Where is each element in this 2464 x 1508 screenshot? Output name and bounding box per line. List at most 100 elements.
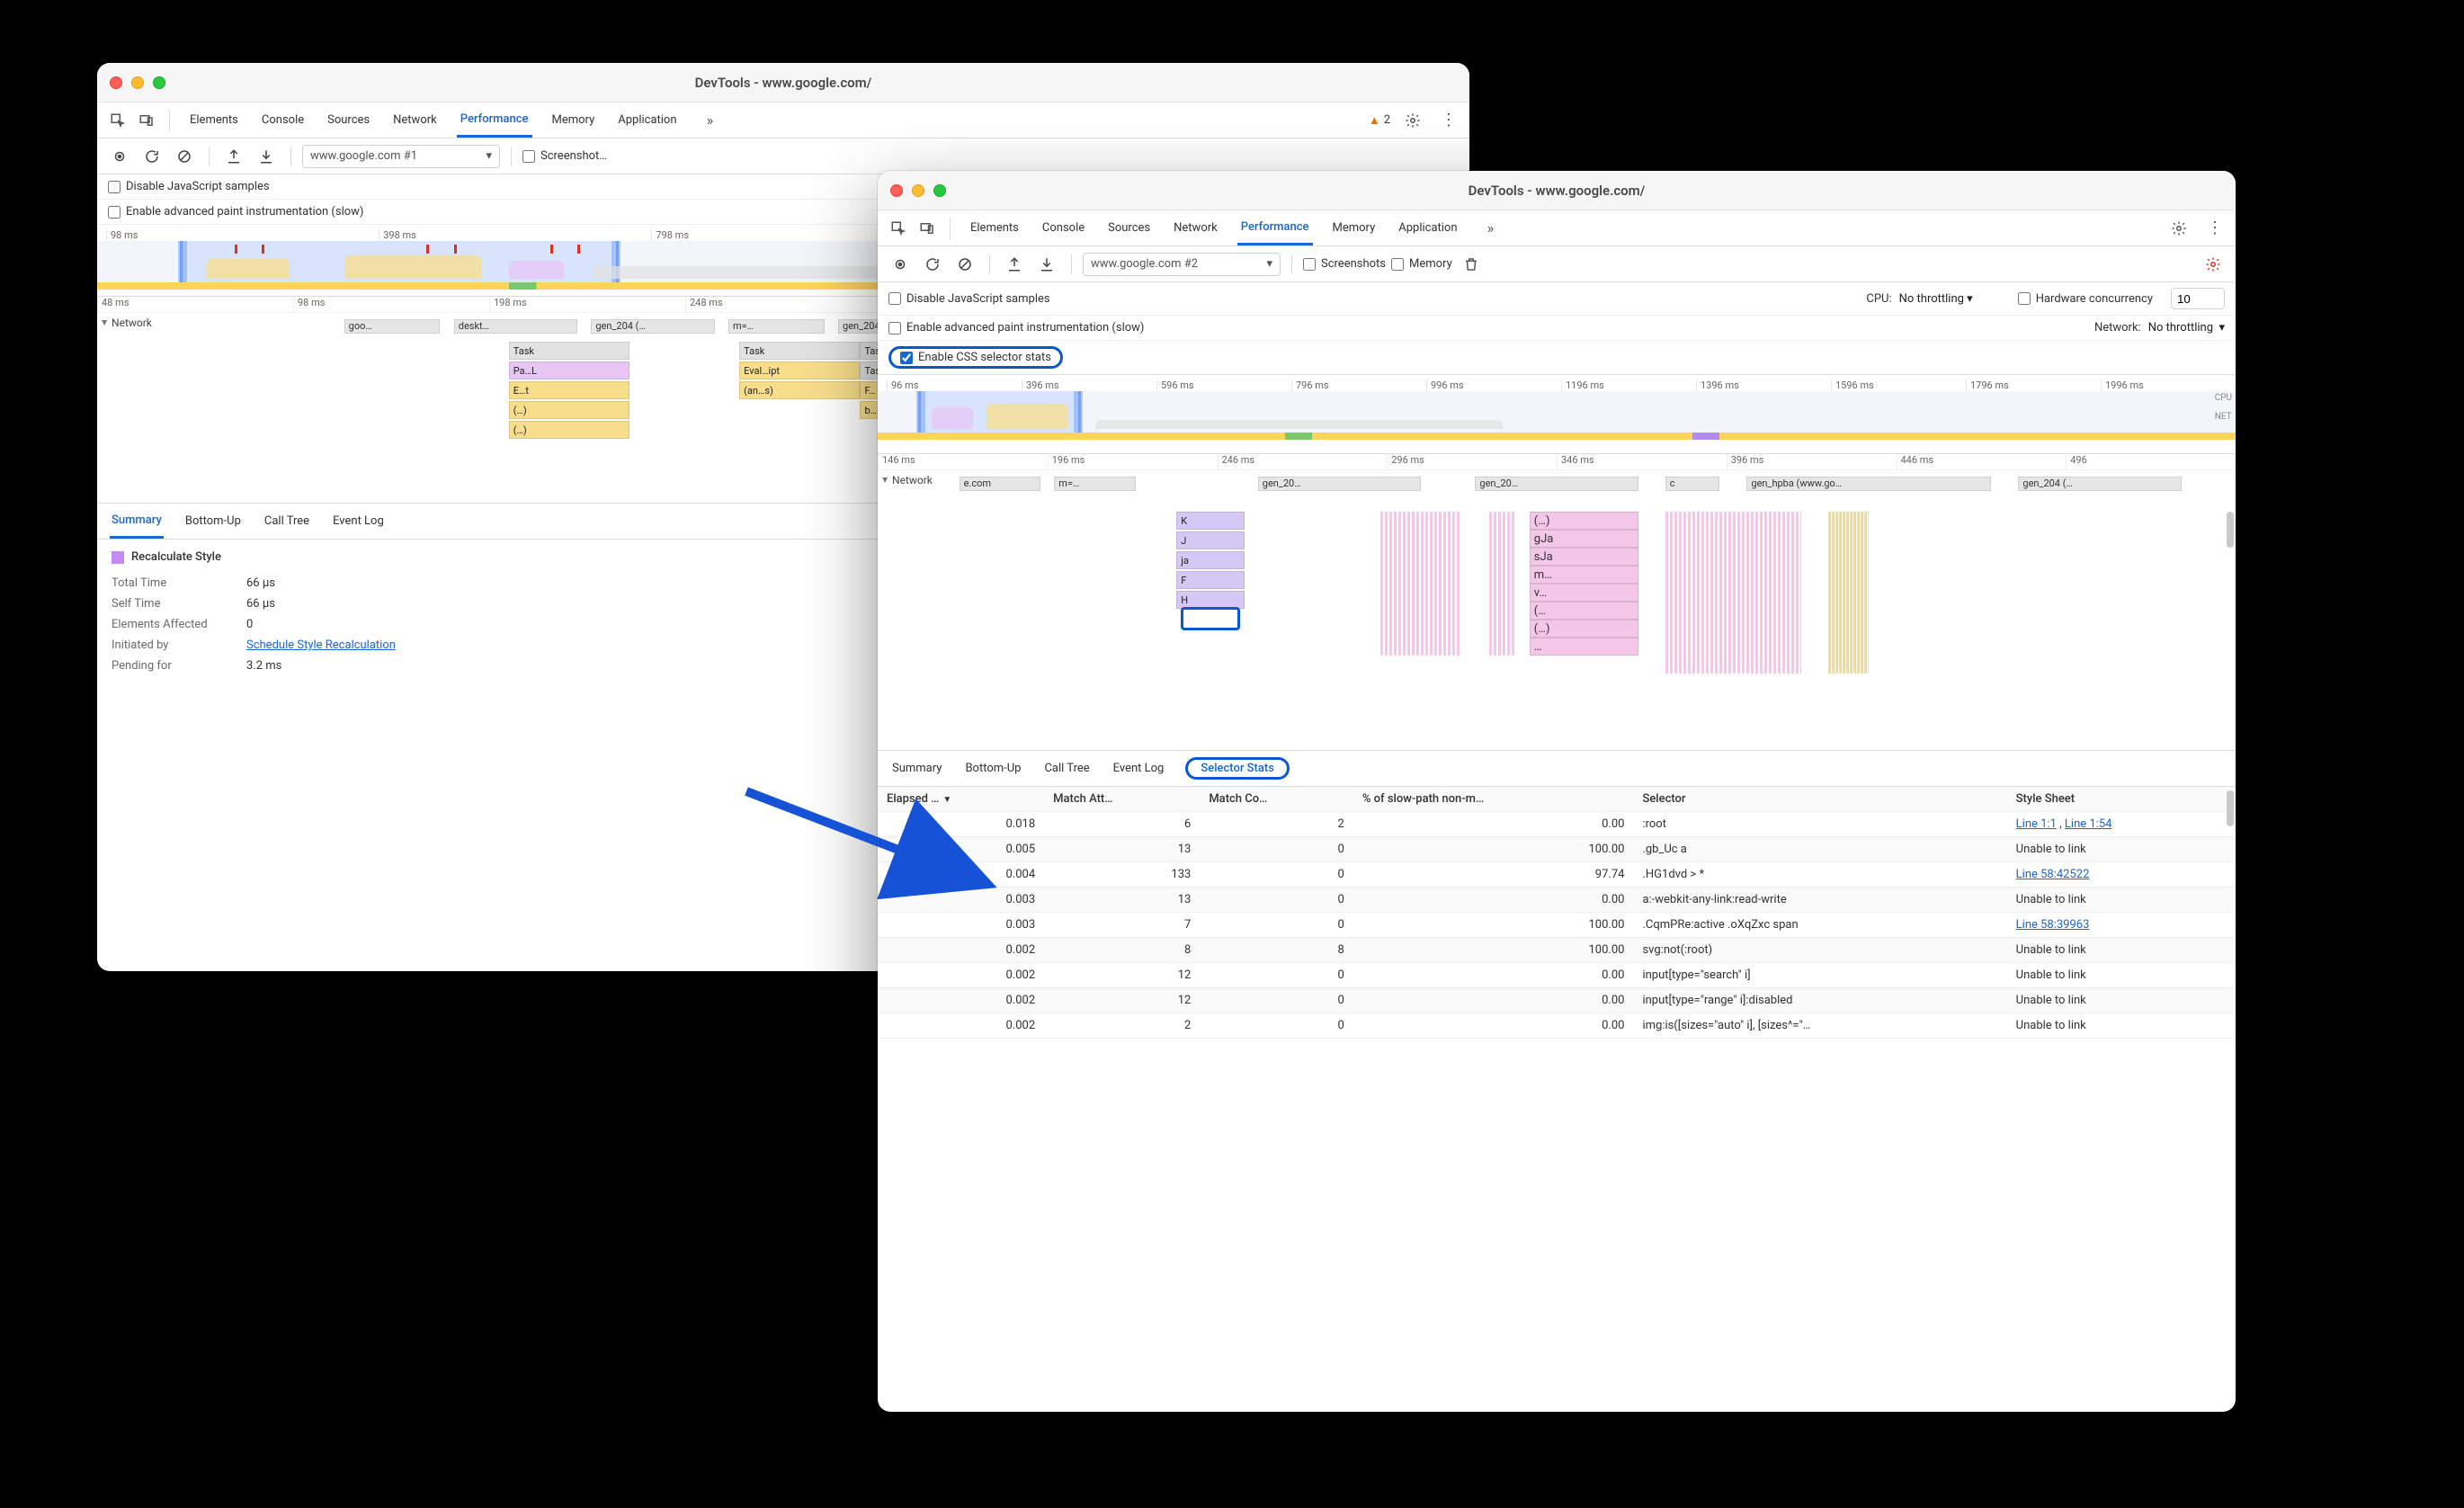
zoom-window-icon[interactable] (933, 184, 946, 197)
memory-checkbox[interactable]: Memory (1391, 257, 1452, 271)
flame-paint-layout[interactable]: Pa…L (509, 361, 629, 379)
stylesheet-link[interactable]: Line 58:42522 (2016, 868, 2090, 881)
screenshots-checkbox[interactable]: Screenshots (1303, 257, 1386, 271)
device-toolbar-icon[interactable] (133, 107, 160, 134)
flame-frame[interactable]: sJa (1530, 548, 1638, 566)
disable-js-samples-checkbox[interactable]: Disable JavaScript samples (888, 292, 1050, 306)
flame-frame[interactable]: (…) (1530, 512, 1638, 530)
settings-gear-icon[interactable] (2165, 215, 2192, 242)
tabs-overflow-icon[interactable] (1478, 215, 1504, 242)
cpu-throttling-select[interactable]: No throttling ▾ (1899, 292, 1973, 306)
tab-sources[interactable]: Sources (324, 103, 373, 138)
col-selector[interactable]: Selector (1633, 787, 2006, 812)
flame-anon[interactable]: (an…s) (739, 381, 860, 399)
tab-network[interactable]: Network (389, 103, 441, 138)
network-request-chip[interactable]: goo… (344, 319, 441, 334)
flame-scrollbar[interactable] (2227, 512, 2234, 548)
advanced-paint-checkbox[interactable]: Enable advanced paint instrumentation (s… (108, 205, 363, 219)
table-row[interactable]: 0.018620.00:rootLine 1:1 , Line 1:54 (878, 812, 2236, 837)
network-request-chip[interactable]: gen_20… (1258, 477, 1421, 491)
tab-sources[interactable]: Sources (1104, 210, 1154, 245)
table-row[interactable]: 0.004133097.74.HG1dvd > *Line 58:42522 (878, 862, 2236, 888)
network-request-chip[interactable]: gen_204 (… (2018, 477, 2181, 491)
stylesheet-link[interactable]: Line 58:39963 (2016, 918, 2090, 932)
flame-frame[interactable]: m… (1530, 566, 1638, 584)
tab-network[interactable]: Network (1170, 210, 1221, 245)
download-profile-icon[interactable] (253, 143, 280, 170)
flame-frame[interactable]: (… (1530, 602, 1638, 620)
tabs-overflow-icon[interactable] (697, 107, 724, 134)
flame-frame[interactable]: ja (1176, 551, 1245, 569)
network-request-chip[interactable]: gen_20… (1475, 477, 1638, 491)
network-request-chip[interactable]: m=… (728, 319, 825, 334)
table-scrollbar[interactable] (2227, 790, 2234, 826)
network-request-chip[interactable]: m=… (1054, 477, 1136, 491)
network-request-chip[interactable]: deskt… (454, 319, 577, 334)
enable-css-selector-stats-checkbox[interactable]: Enable CSS selector stats (900, 351, 1051, 364)
tab-elements[interactable]: Elements (186, 103, 242, 138)
minimize-window-icon[interactable] (131, 76, 144, 89)
tab-application[interactable]: Application (1395, 210, 1460, 245)
tab-console[interactable]: Console (1039, 210, 1088, 245)
detail-tab-call-tree[interactable]: Call Tree (263, 504, 311, 539)
detail-tab-bottom-up[interactable]: Bottom-Up (183, 504, 243, 539)
flame-frame[interactable]: … (1530, 638, 1638, 656)
col-elapsed[interactable]: Elapsed …▼ (878, 787, 1044, 812)
zoom-window-icon[interactable] (153, 76, 165, 89)
garbage-collect-icon[interactable] (1458, 251, 1485, 278)
tab-performance[interactable]: Performance (1237, 210, 1313, 245)
flame-task[interactable]: Task (509, 342, 629, 360)
screenshots-checkbox[interactable]: Screenshot… (522, 149, 607, 163)
window-controls[interactable] (110, 76, 165, 89)
more-menu-icon[interactable] (2201, 215, 2228, 242)
device-toolbar-icon[interactable] (914, 215, 941, 242)
reload-record-button[interactable] (138, 143, 165, 170)
inspect-element-icon[interactable] (104, 107, 131, 134)
clear-button[interactable] (951, 251, 978, 278)
detail-tab-event-log[interactable]: Event Log (331, 504, 386, 539)
detail-tab-call-tree[interactable]: Call Tree (1042, 751, 1091, 786)
flame-chart[interactable]: 146 ms196 ms246 ms296 ms346 ms396 ms446 … (878, 454, 2236, 751)
flame-task[interactable]: Task (739, 342, 860, 360)
download-profile-icon[interactable] (1033, 251, 1060, 278)
flame-frame[interactable]: H (1176, 591, 1245, 609)
network-request-chip[interactable]: gen_hpba (www.go… (1746, 477, 1991, 491)
col-slow-path[interactable]: % of slow-path non-m… (1353, 787, 1634, 812)
flame-evaluate-script[interactable]: Eval…ipt (739, 361, 860, 379)
detail-tab-summary[interactable]: Summary (890, 751, 943, 786)
tab-elements[interactable]: Elements (967, 210, 1022, 245)
timeline-overview[interactable]: 96 ms396 ms596 ms796 ms996 ms1196 ms1396… (878, 375, 2236, 454)
close-window-icon[interactable] (110, 76, 122, 89)
tab-performance[interactable]: Performance (457, 103, 532, 138)
col-stylesheet[interactable]: Style Sheet (2007, 787, 2236, 812)
network-throttling-select[interactable]: No throttling ▾ (2148, 321, 2225, 335)
table-row[interactable]: 0.005130100.00.gb_Uc aUnable to link (878, 837, 2236, 862)
detail-tab-selector-stats[interactable]: Selector Stats (1199, 762, 1276, 775)
warnings-badge[interactable]: ▲ 2 (1369, 113, 1390, 128)
col-match-count[interactable]: Match Co… (1200, 787, 1353, 812)
record-button[interactable] (887, 251, 914, 278)
record-button[interactable] (106, 143, 133, 170)
stylesheet-link[interactable]: Line 1:54 (2065, 817, 2112, 831)
table-row[interactable]: 0.00370100.00.CqmPRe:active .oXqZxc span… (878, 913, 2236, 938)
tab-console[interactable]: Console (258, 103, 308, 138)
flame-frame[interactable]: gJa (1530, 530, 1638, 548)
tab-memory[interactable]: Memory (1329, 210, 1379, 245)
close-window-icon[interactable] (890, 184, 903, 197)
tab-memory[interactable]: Memory (549, 103, 599, 138)
network-request-chip[interactable]: c (1665, 477, 1719, 491)
settings-gear-icon[interactable] (1399, 107, 1426, 134)
flame-frame[interactable]: J (1176, 531, 1245, 549)
clear-button[interactable] (171, 143, 198, 170)
advanced-paint-checkbox[interactable]: Enable advanced paint instrumentation (s… (888, 321, 1144, 335)
flame-frame[interactable]: K (1176, 512, 1245, 530)
col-match-attempts[interactable]: Match Att… (1044, 787, 1200, 812)
table-row[interactable]: 0.002200.00img:is([sizes="auto" i], [siz… (878, 1013, 2236, 1039)
summary-initiated-by-link[interactable]: Schedule Style Recalculation (246, 638, 396, 652)
table-row[interactable]: 0.0021200.00input[type="search" i]Unable… (878, 963, 2236, 988)
upload-profile-icon[interactable] (1001, 251, 1028, 278)
recording-session-select[interactable]: www.google.com #1 ▾ (302, 145, 500, 168)
capture-settings-gear-icon[interactable] (2200, 251, 2227, 278)
flame-frame[interactable]: (…) (1530, 620, 1638, 638)
flame-frame[interactable]: v… (1530, 584, 1638, 602)
